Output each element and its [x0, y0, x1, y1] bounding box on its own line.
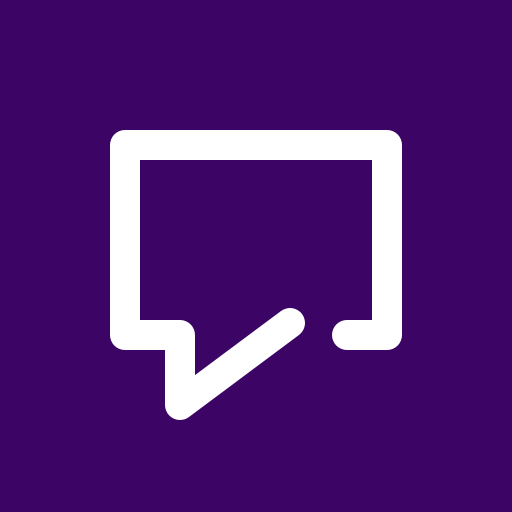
app-icon	[0, 0, 512, 512]
icon-background	[0, 0, 512, 512]
app-icon-svg	[0, 0, 512, 512]
